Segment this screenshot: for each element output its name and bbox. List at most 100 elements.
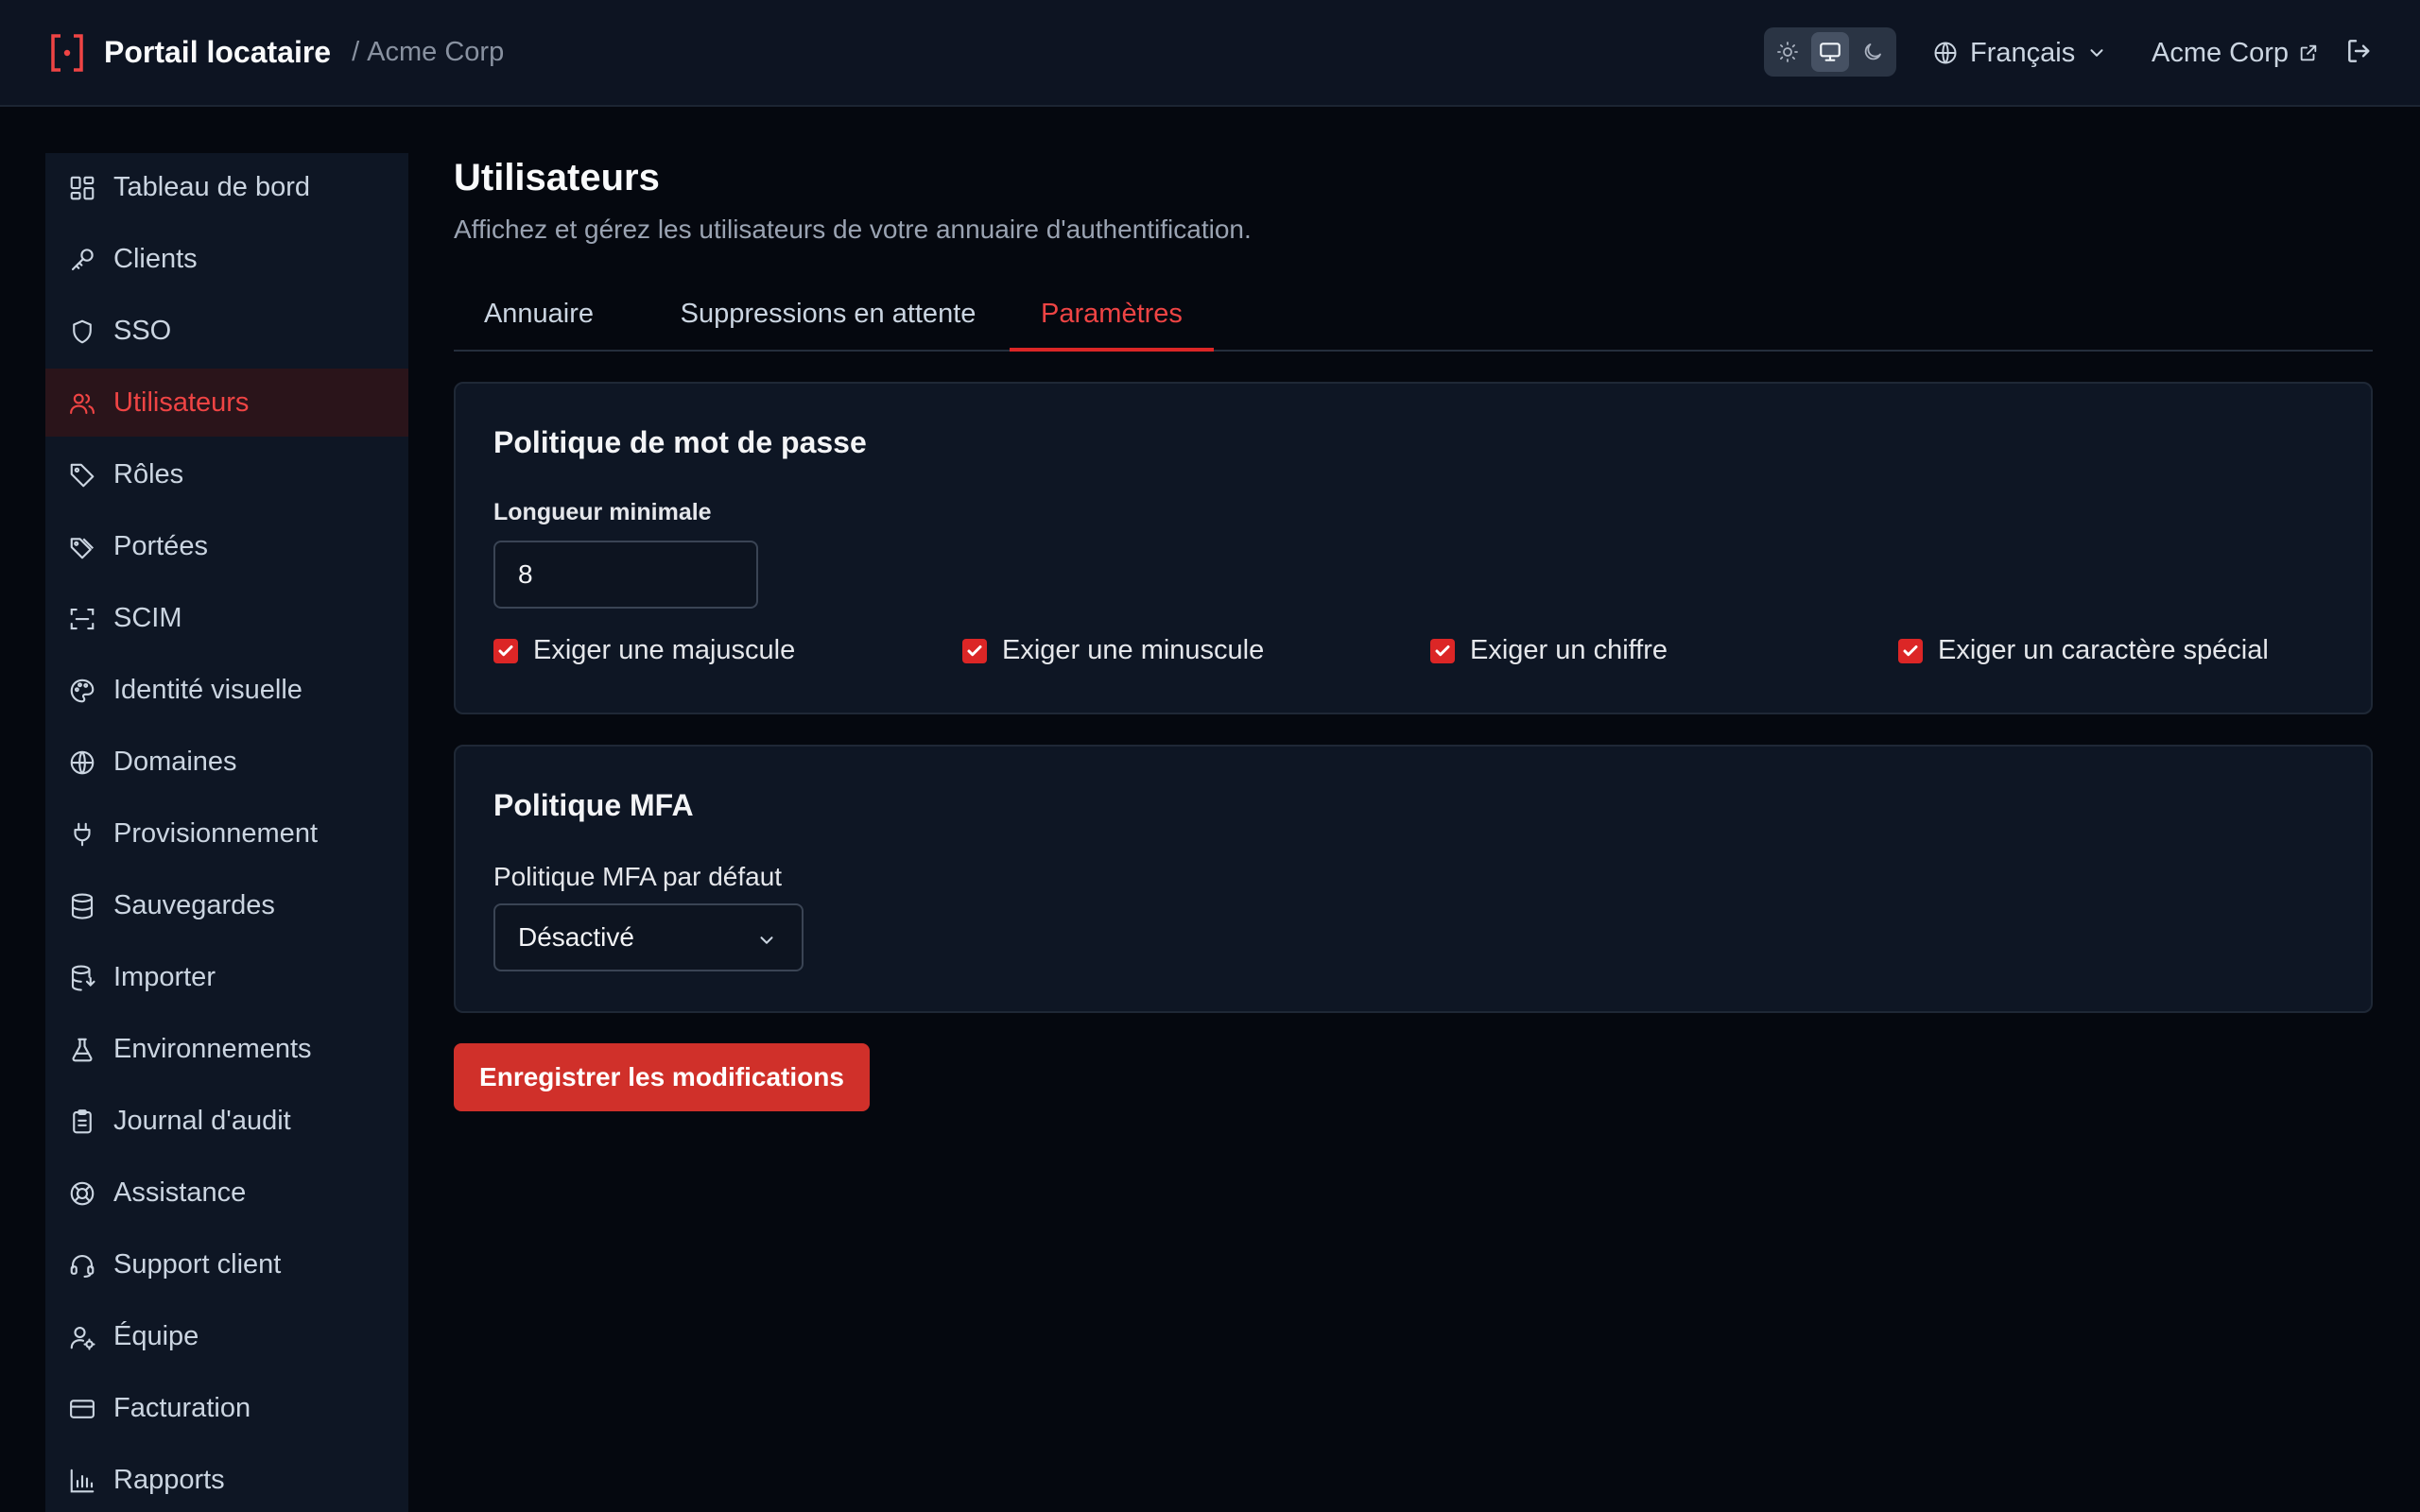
min-length-input[interactable]	[493, 541, 758, 609]
checkbox-checked[interactable]	[493, 638, 518, 663]
sidebar-item-domains[interactable]: Domaines	[45, 728, 408, 796]
breadcrumb-separator: /	[352, 37, 360, 67]
tags-icon	[70, 538, 95, 559]
checkbox-label: Exiger un chiffre	[1470, 635, 1668, 665]
tab-directory[interactable]: Annuaire	[454, 284, 624, 352]
sidebar-item-label: Support client	[113, 1249, 282, 1280]
tenant-name: Acme Corp	[367, 37, 505, 67]
sidebar-item-customer-support[interactable]: Support client	[45, 1230, 408, 1298]
bar-chart-icon	[70, 1469, 95, 1493]
require-digit-checkbox[interactable]: Exiger un chiffre	[1430, 635, 1668, 666]
require-lowercase-checkbox[interactable]: Exiger une minuscule	[962, 635, 1264, 666]
sidebar-item-dashboard[interactable]: Tableau de bord	[45, 153, 408, 221]
sidebar-item-provisioning[interactable]: Provisionnement	[45, 799, 408, 868]
scan-icon	[70, 608, 95, 630]
chevron-down-icon	[2090, 49, 2103, 57]
sidebar-item-label: Tableau de bord	[113, 172, 310, 202]
brand[interactable]: Portail locataire / Acme Corp	[49, 32, 504, 74]
sidebar-item-assistance[interactable]: Assistance	[45, 1159, 408, 1227]
tag-icon	[70, 463, 95, 488]
globe-icon	[1934, 42, 1957, 64]
check-icon	[498, 644, 513, 656]
sidebar-item-team[interactable]: Équipe	[45, 1302, 408, 1370]
globe-icon	[70, 750, 95, 775]
logout-button[interactable]	[2344, 36, 2375, 66]
theme-system-button[interactable]	[1810, 32, 1850, 72]
language-label: Français	[1970, 37, 2076, 68]
sidebar-item-label: Facturation	[113, 1393, 251, 1423]
check-icon	[1435, 644, 1450, 656]
logout-icon	[2348, 40, 2370, 62]
require-special-char-checkbox[interactable]: Exiger un caractère spécial	[1898, 635, 2269, 666]
mfa-policy-card: Politique MFA Politique MFA par défaut D…	[454, 745, 2373, 1013]
mfa-default-select[interactable]: Désactivé	[493, 903, 804, 971]
plug-icon	[74, 822, 91, 847]
moon-icon	[1864, 43, 1881, 60]
page-subtitle: Affichez et gérez les utilisateurs de vo…	[454, 215, 1252, 244]
theme-dark-button[interactable]	[1853, 32, 1892, 72]
checkbox-label: Exiger un caractère spécial	[1938, 635, 2269, 665]
sidebar: Tableau de bord Clients SSO Utilisateurs…	[45, 153, 408, 1512]
tab-pending-deletions[interactable]: Suppressions en attente	[658, 284, 998, 352]
clipboard-icon	[73, 1109, 92, 1134]
dashboard-icon	[70, 176, 95, 200]
sidebar-item-scopes[interactable]: Portées	[45, 512, 408, 580]
sidebar-item-users[interactable]: Utilisateurs	[45, 369, 408, 437]
mfa-default-label: Politique MFA par défaut	[493, 862, 783, 891]
tab-settings[interactable]: Paramètres	[1010, 284, 1214, 352]
headset-icon	[70, 1254, 95, 1278]
sidebar-item-label: SSO	[113, 316, 172, 346]
sidebar-item-label: Assistance	[113, 1177, 247, 1208]
sidebar-item-label: Clients	[113, 244, 198, 274]
sidebar-item-roles[interactable]: Rôles	[45, 440, 408, 508]
sidebar-item-label: Utilisateurs	[113, 387, 250, 418]
sidebar-item-label: Portées	[113, 531, 208, 561]
external-link-icon	[2300, 44, 2317, 61]
checkbox-label: Exiger une minuscule	[1002, 635, 1265, 665]
users-icon	[70, 393, 95, 415]
monitor-icon	[1820, 43, 1841, 61]
sidebar-item-label: Identité visuelle	[113, 675, 302, 705]
sidebar-item-environments[interactable]: Environnements	[45, 1015, 408, 1083]
checkbox-checked[interactable]	[1898, 638, 1923, 663]
shield-icon	[73, 319, 92, 344]
app-title: Portail locataire	[104, 35, 332, 69]
credit-card-icon	[70, 1400, 95, 1418]
sidebar-item-branding[interactable]: Identité visuelle	[45, 656, 408, 724]
mfa-policy-title: Politique MFA	[493, 788, 694, 822]
page-title: Utilisateurs	[454, 157, 660, 198]
sidebar-item-label: Équipe	[113, 1321, 199, 1351]
sidebar-item-billing[interactable]: Facturation	[45, 1374, 408, 1442]
check-icon	[967, 644, 982, 656]
sidebar-item-label: SCIM	[113, 603, 182, 633]
sidebar-item-backups[interactable]: Sauvegardes	[45, 871, 408, 939]
lifebuoy-icon	[70, 1181, 95, 1206]
sidebar-item-sso[interactable]: SSO	[45, 297, 408, 365]
save-button[interactable]: Enregistrer les modifications	[454, 1043, 870, 1111]
tenant-external-link[interactable]: Acme Corp	[2152, 32, 2319, 74]
sidebar-item-label: Sauvegardes	[113, 890, 275, 920]
sidebar-item-label: Importer	[113, 962, 216, 992]
sidebar-item-label: Environnements	[113, 1034, 312, 1064]
require-uppercase-checkbox[interactable]: Exiger une majuscule	[493, 635, 795, 666]
language-selector[interactable]: Français	[1932, 32, 2107, 74]
sidebar-item-label: Rapports	[113, 1465, 225, 1495]
checkbox-label: Exiger une majuscule	[533, 635, 796, 665]
theme-light-button[interactable]	[1769, 32, 1807, 72]
logo-icon	[51, 33, 83, 72]
mfa-default-value: Désactivé	[518, 922, 634, 952]
tab-bar: Annuaire Suppressions en attente Paramèt…	[454, 284, 2373, 352]
sidebar-item-scim[interactable]: SCIM	[45, 584, 408, 652]
password-policy-card: Politique de mot de passe Longueur minim…	[454, 382, 2373, 714]
user-cog-icon	[70, 1326, 95, 1350]
sidebar-item-label: Domaines	[113, 747, 237, 777]
sidebar-item-import[interactable]: Importer	[45, 943, 408, 1011]
check-icon	[1903, 644, 1918, 656]
sidebar-item-clients[interactable]: Clients	[45, 225, 408, 293]
checkbox-checked[interactable]	[962, 638, 987, 663]
sidebar-item-reports[interactable]: Rapports	[45, 1446, 408, 1512]
sidebar-item-label: Provisionnement	[113, 818, 318, 849]
sidebar-item-audit-log[interactable]: Journal d'audit	[45, 1087, 408, 1155]
checkbox-checked[interactable]	[1430, 638, 1455, 663]
top-bar: Portail locataire / Acme Corp Français A…	[0, 0, 2420, 107]
